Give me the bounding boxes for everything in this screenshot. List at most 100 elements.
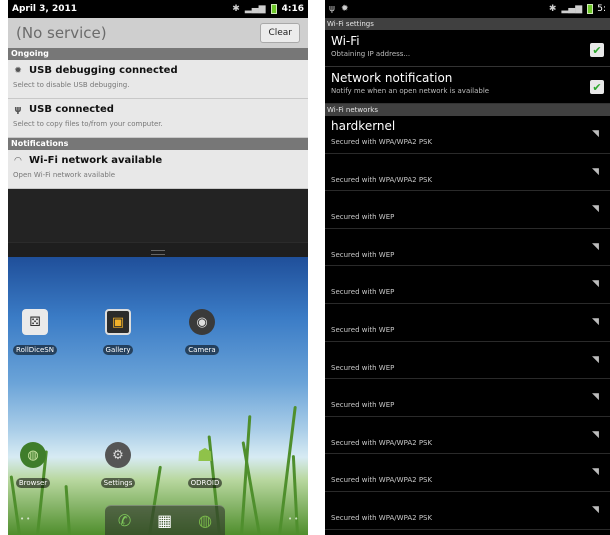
status-bar: April 3, 2011 ✱ ▂▄▆ 4:16 — [8, 0, 308, 18]
dock: ✆ ▦ ◍ — [105, 505, 225, 535]
wifi-lock-icon: ◥ — [592, 129, 599, 139]
network-name — [331, 194, 604, 211]
usb-icon: ψ — [329, 4, 335, 14]
network-security: Secured with WPA/WPA2 PSK — [331, 438, 433, 447]
phone-icon[interactable]: ✆ — [118, 511, 131, 530]
app-browser[interactable]: ◍ Browser — [10, 442, 56, 489]
network-security: Secured with WEP — [331, 213, 395, 222]
app-drawer-icon[interactable]: ▦ — [157, 511, 172, 530]
network-name — [331, 457, 604, 474]
network-item[interactable]: Secured with WEP ◥ — [325, 266, 610, 304]
page-indicator-left[interactable]: •• — [20, 515, 32, 523]
grass-decoration — [291, 455, 299, 535]
debug-icon: ✹ — [340, 4, 349, 14]
setting-title: Network notification — [331, 71, 453, 85]
page-indicator-right[interactable]: •• — [288, 515, 300, 523]
shade-empty-area — [8, 189, 308, 242]
signal-icon: ▂▄▆ — [561, 4, 583, 14]
status-time: 5: — [597, 4, 606, 14]
shade-header: (No service) Clear — [8, 18, 308, 48]
wifi-checkbox[interactable]: ✔ — [590, 43, 604, 57]
usb-debug-icon: ✹ — [14, 65, 22, 76]
notification-usb-debugging[interactable]: ✹ USB debugging connected Select to disab… — [8, 60, 308, 99]
app-label: Settings — [100, 478, 136, 488]
wifi-lock-icon: ◥ — [592, 354, 599, 365]
wifi-lock-icon: ◥ — [592, 429, 599, 440]
notification-shade-screenshot: April 3, 2011 ✱ ▂▄▆ 4:16 (No service) Cl… — [8, 0, 308, 535]
network-name — [331, 269, 604, 286]
network-item[interactable]: hardkernel Secured with WPA/WPA2 PSK ◥ — [325, 116, 610, 154]
network-name — [331, 345, 604, 362]
network-name — [331, 232, 604, 249]
usb-icon: ψ — [14, 104, 22, 115]
app-odroid[interactable]: ☗ ODROID — [182, 442, 228, 489]
notifications-header: Notifications — [8, 138, 308, 150]
android-icon: ☗ — [196, 444, 214, 466]
network-name — [331, 382, 604, 399]
network-item[interactable]: Secured with WPA/WPA2 PSK ◥ — [325, 417, 610, 455]
wifi-lock-icon: ◥ — [592, 467, 599, 478]
network-item[interactable]: Secured with WPA/WPA2 PSK ◥ — [325, 454, 610, 492]
network-security: Secured with WEP — [331, 288, 395, 297]
app-settings[interactable]: ⚙ Settings — [95, 442, 141, 489]
clear-button[interactable]: Clear — [260, 23, 300, 43]
network-item[interactable]: Secured with WPA/WPA2 PSK ◥ — [325, 154, 610, 192]
ongoing-header: Ongoing — [8, 48, 308, 60]
app-gallery[interactable]: ▣ Gallery — [95, 309, 141, 356]
network-security: Secured with WEP — [331, 363, 395, 372]
carrier-label: (No service) — [16, 24, 107, 42]
wifi-settings-header: Wi-Fi settings — [325, 18, 610, 30]
network-security: Secured with WEP — [331, 401, 395, 410]
status-time: 4:16 — [281, 4, 304, 14]
network-item[interactable]: Secured with WEP ◥ — [325, 229, 610, 267]
notification-subtitle: Select to disable USB debugging. — [13, 81, 130, 89]
app-label: Gallery — [102, 345, 134, 355]
network-name: hardkernel — [331, 119, 396, 133]
status-date: April 3, 2011 — [12, 4, 78, 14]
network-name — [331, 420, 604, 437]
bluetooth-icon: ✱ — [232, 4, 240, 14]
battery-icon — [587, 4, 594, 14]
home-screen: ⚄ RollDiceSN ▣ Gallery ◉ Camera ◍ Browse… — [8, 257, 308, 535]
notification-usb-connected[interactable]: ψ USB connected Select to copy files to/f… — [8, 99, 308, 138]
wifi-toggle-row[interactable]: Wi-Fi Obtaining IP address... ✔ — [325, 30, 610, 67]
network-notification-checkbox[interactable]: ✔ — [590, 80, 604, 94]
network-list: hardkernel Secured with WPA/WPA2 PSK ◥ Sec… — [325, 116, 610, 530]
gallery-icon: ▣ — [105, 309, 131, 335]
wifi-lock-icon: ◥ — [592, 166, 599, 177]
network-item[interactable]: Secured with WPA/WPA2 PSK ◥ — [325, 492, 610, 530]
browser-dock-icon[interactable]: ◍ — [198, 511, 212, 530]
wifi-lock-icon: ◥ — [592, 279, 599, 290]
bluetooth-icon: ✱ — [548, 4, 557, 14]
app-camera[interactable]: ◉ Camera — [179, 309, 225, 356]
network-notification-row[interactable]: Network notification Notify me when an o… — [325, 67, 610, 104]
network-item[interactable]: Secured with WEP ◥ — [325, 379, 610, 417]
network-name — [331, 157, 604, 174]
wifi-lock-icon: ◥ — [592, 241, 599, 252]
wifi-lock-icon: ◥ — [592, 392, 599, 403]
setting-subtitle: Obtaining IP address... — [331, 50, 411, 58]
wifi-lock-icon: ◥ — [592, 316, 599, 327]
network-item[interactable]: Secured with WEP ◥ — [325, 304, 610, 342]
network-name — [331, 495, 604, 512]
wifi-lock-icon: ◥ — [592, 504, 599, 515]
wifi-settings-screenshot: ψ ✹ ✱ ▂▄▆ 5: Wi-Fi settings Wi-Fi Obtain… — [325, 0, 610, 535]
notification-title: Wi-Fi network available — [29, 155, 163, 166]
app-label: Browser — [15, 478, 51, 488]
camera-icon: ◉ — [189, 309, 215, 335]
network-item[interactable]: Secured with WEP ◥ — [325, 342, 610, 380]
app-label: ODROID — [187, 478, 223, 488]
setting-subtitle: Notify me when an open network is availa… — [331, 87, 490, 95]
notification-subtitle: Select to copy files to/from your comput… — [13, 120, 163, 128]
rolldice-icon: ⚄ — [22, 309, 48, 335]
network-security: Secured with WPA/WPA2 PSK — [331, 513, 433, 522]
battery-icon — [270, 4, 277, 14]
settings-icon: ⚙ — [105, 442, 131, 468]
app-rolldice[interactable]: ⚄ RollDiceSN — [12, 309, 58, 356]
app-label: RollDiceSN — [13, 345, 57, 355]
network-security: Secured with WEP — [331, 325, 395, 334]
network-item[interactable]: Secured with WEP ◥ — [325, 191, 610, 229]
notification-wifi-available[interactable]: ◠ Wi-Fi network available Open Wi-Fi netw… — [8, 150, 308, 189]
grass-decoration — [64, 485, 71, 535]
network-name — [331, 307, 604, 324]
